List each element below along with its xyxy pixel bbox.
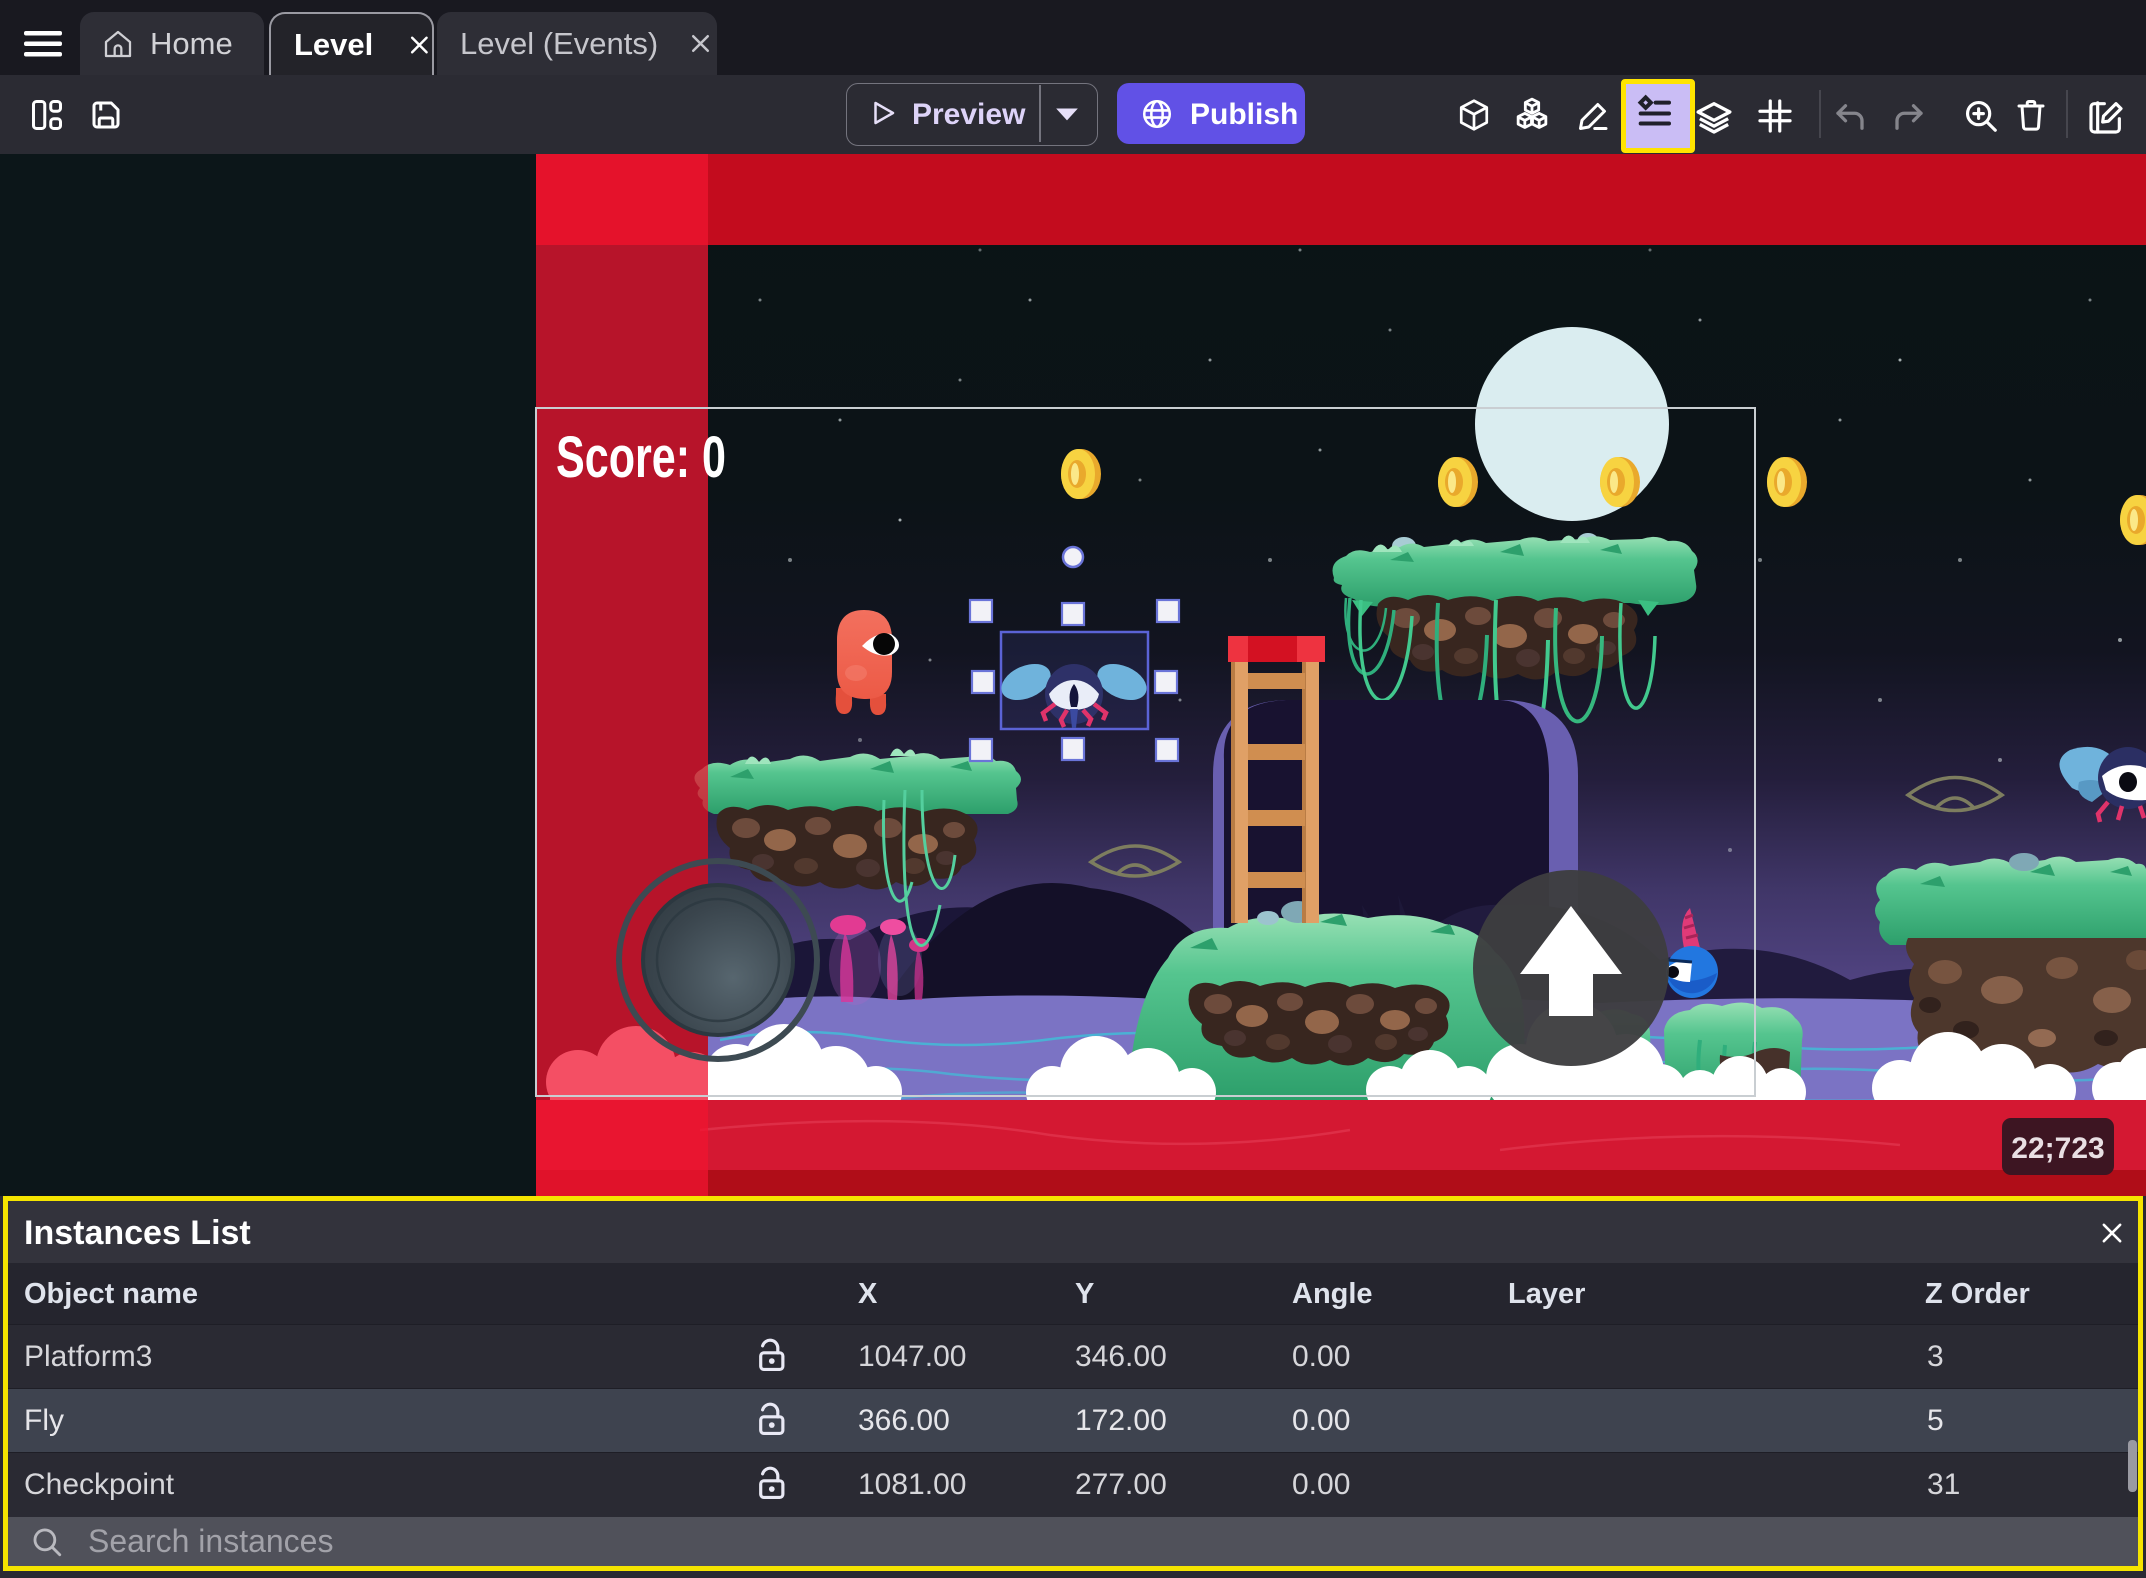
svg-text:Score: 0: Score: 0 bbox=[556, 425, 726, 490]
svg-text:22;723: 22;723 bbox=[2011, 1132, 2104, 1165]
